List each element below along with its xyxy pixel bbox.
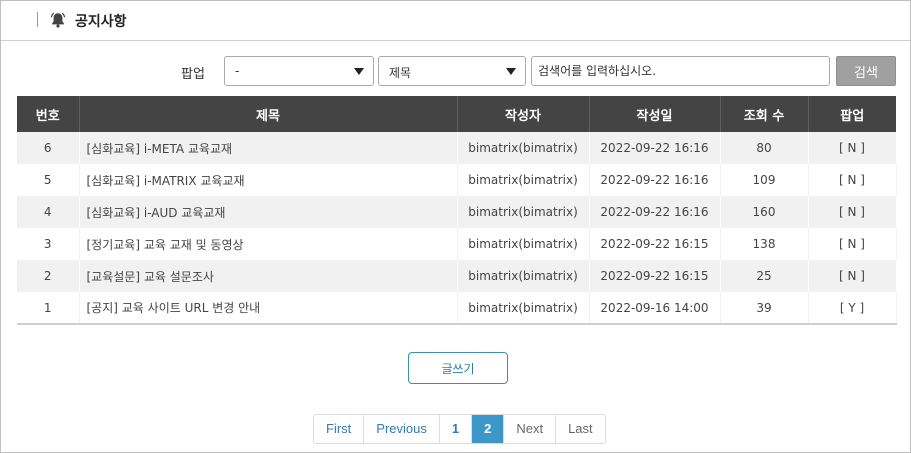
write-post-button[interactable]: 글쓰기 [408,352,508,384]
cell-popup: [ N ] [808,196,897,228]
cell-no: 5 [17,164,80,196]
panel-header: 공지사항 [1,1,910,41]
pagination-page-2-current[interactable]: 2 [472,415,505,443]
cell-popup: [ N ] [808,260,897,292]
cell-views: 160 [720,196,809,228]
caret-down-icon [506,68,516,75]
pagination-previous[interactable]: Previous [364,415,440,443]
cell-author: bimatrix(bimatrix) [457,196,590,228]
table-row[interactable]: 3 [정기교육] 교육 교재 및 동영상 bimatrix(bimatrix) … [17,228,897,260]
cell-title-link[interactable]: [교육설문] 교육 설문조사 [79,260,458,292]
cell-no: 1 [17,292,80,324]
cell-popup: [ N ] [808,132,897,164]
column-header-popup[interactable]: 팝업 [808,96,896,132]
cell-no: 3 [17,228,80,260]
cell-views: 39 [720,292,809,324]
table-row[interactable]: 4 [심화교육] i-AUD 교육교재 bimatrix(bimatrix) 2… [17,196,897,228]
column-header-author[interactable]: 작성자 [457,96,590,132]
search-button[interactable]: 검색 [836,56,896,86]
column-header-title[interactable]: 제목 [79,96,458,132]
cell-date: 2022-09-22 16:16 [589,132,721,164]
cell-author: bimatrix(bimatrix) [457,260,590,292]
popup-filter-label: 팝업 [181,67,205,82]
pagination-last[interactable]: Last [556,415,605,443]
cell-date: 2022-09-22 16:15 [589,228,721,260]
table-row[interactable]: 2 [교육설문] 교육 설문조사 bimatrix(bimatrix) 2022… [17,260,897,292]
cell-author: bimatrix(bimatrix) [457,292,590,324]
cell-author: bimatrix(bimatrix) [457,228,590,260]
header-divider [37,12,38,27]
cell-date: 2022-09-22 16:15 [589,260,721,292]
search-field-select[interactable]: 제목 [378,56,526,86]
pagination-next[interactable]: Next [504,415,557,443]
pagination-first[interactable]: First [314,415,365,443]
popup-select-value: - [235,64,240,78]
cell-popup: [ Y ] [808,292,897,324]
cell-date: 2022-09-22 16:16 [589,164,721,196]
cell-views: 109 [720,164,809,196]
cell-no: 6 [17,132,80,164]
popup-select[interactable]: - [224,56,374,86]
search-input[interactable] [531,56,830,86]
cell-popup: [ N ] [808,164,897,196]
cell-date: 2022-09-16 14:00 [589,292,721,324]
caret-down-icon [354,68,364,75]
page-title: 공지사항 [75,14,127,30]
bell-icon [50,12,66,28]
cell-views: 25 [720,260,809,292]
cell-no: 4 [17,196,80,228]
cell-title-link[interactable]: [공지] 교육 사이트 URL 변경 안내 [79,292,458,324]
table-row[interactable]: 6 [심화교육] i-META 교육교재 bimatrix(bimatrix) … [17,132,897,164]
cell-title-link[interactable]: [심화교육] i-MATRIX 교육교재 [79,164,458,196]
cell-title-link[interactable]: [심화교육] i-META 교육교재 [79,132,458,164]
cell-views: 138 [720,228,809,260]
column-header-views[interactable]: 조회 수 [720,96,809,132]
cell-no: 2 [17,260,80,292]
column-header-no[interactable]: 번호 [17,96,80,132]
cell-author: bimatrix(bimatrix) [457,132,590,164]
cell-popup: [ N ] [808,228,897,260]
table-row[interactable]: 1 [공지] 교육 사이트 URL 변경 안내 bimatrix(bimatri… [17,292,897,324]
search-field-select-value: 제목 [389,66,412,80]
pagination-page-1[interactable]: 1 [439,415,473,443]
table-header-row: 번호 제목 작성자 작성일 조회 수 팝업 [17,96,896,132]
notice-board-panel: 공지사항 팝업 - 제목 검색 번호 제목 작성자 작성일 조회 수 팝업 [0,0,911,453]
cell-author: bimatrix(bimatrix) [457,164,590,196]
pagination: First Previous 1 2 Next Last [313,414,606,444]
cell-title-link[interactable]: [심화교육] i-AUD 교육교재 [79,196,458,228]
cell-title-link[interactable]: [정기교육] 교육 교재 및 동영상 [79,228,458,260]
notice-table: 번호 제목 작성자 작성일 조회 수 팝업 6 [심화교육] i-META 교육… [17,96,897,325]
cell-views: 80 [720,132,809,164]
cell-date: 2022-09-22 16:16 [589,196,721,228]
table-row[interactable]: 5 [심화교육] i-MATRIX 교육교재 bimatrix(bimatrix… [17,164,897,196]
column-header-date[interactable]: 작성일 [589,96,721,132]
